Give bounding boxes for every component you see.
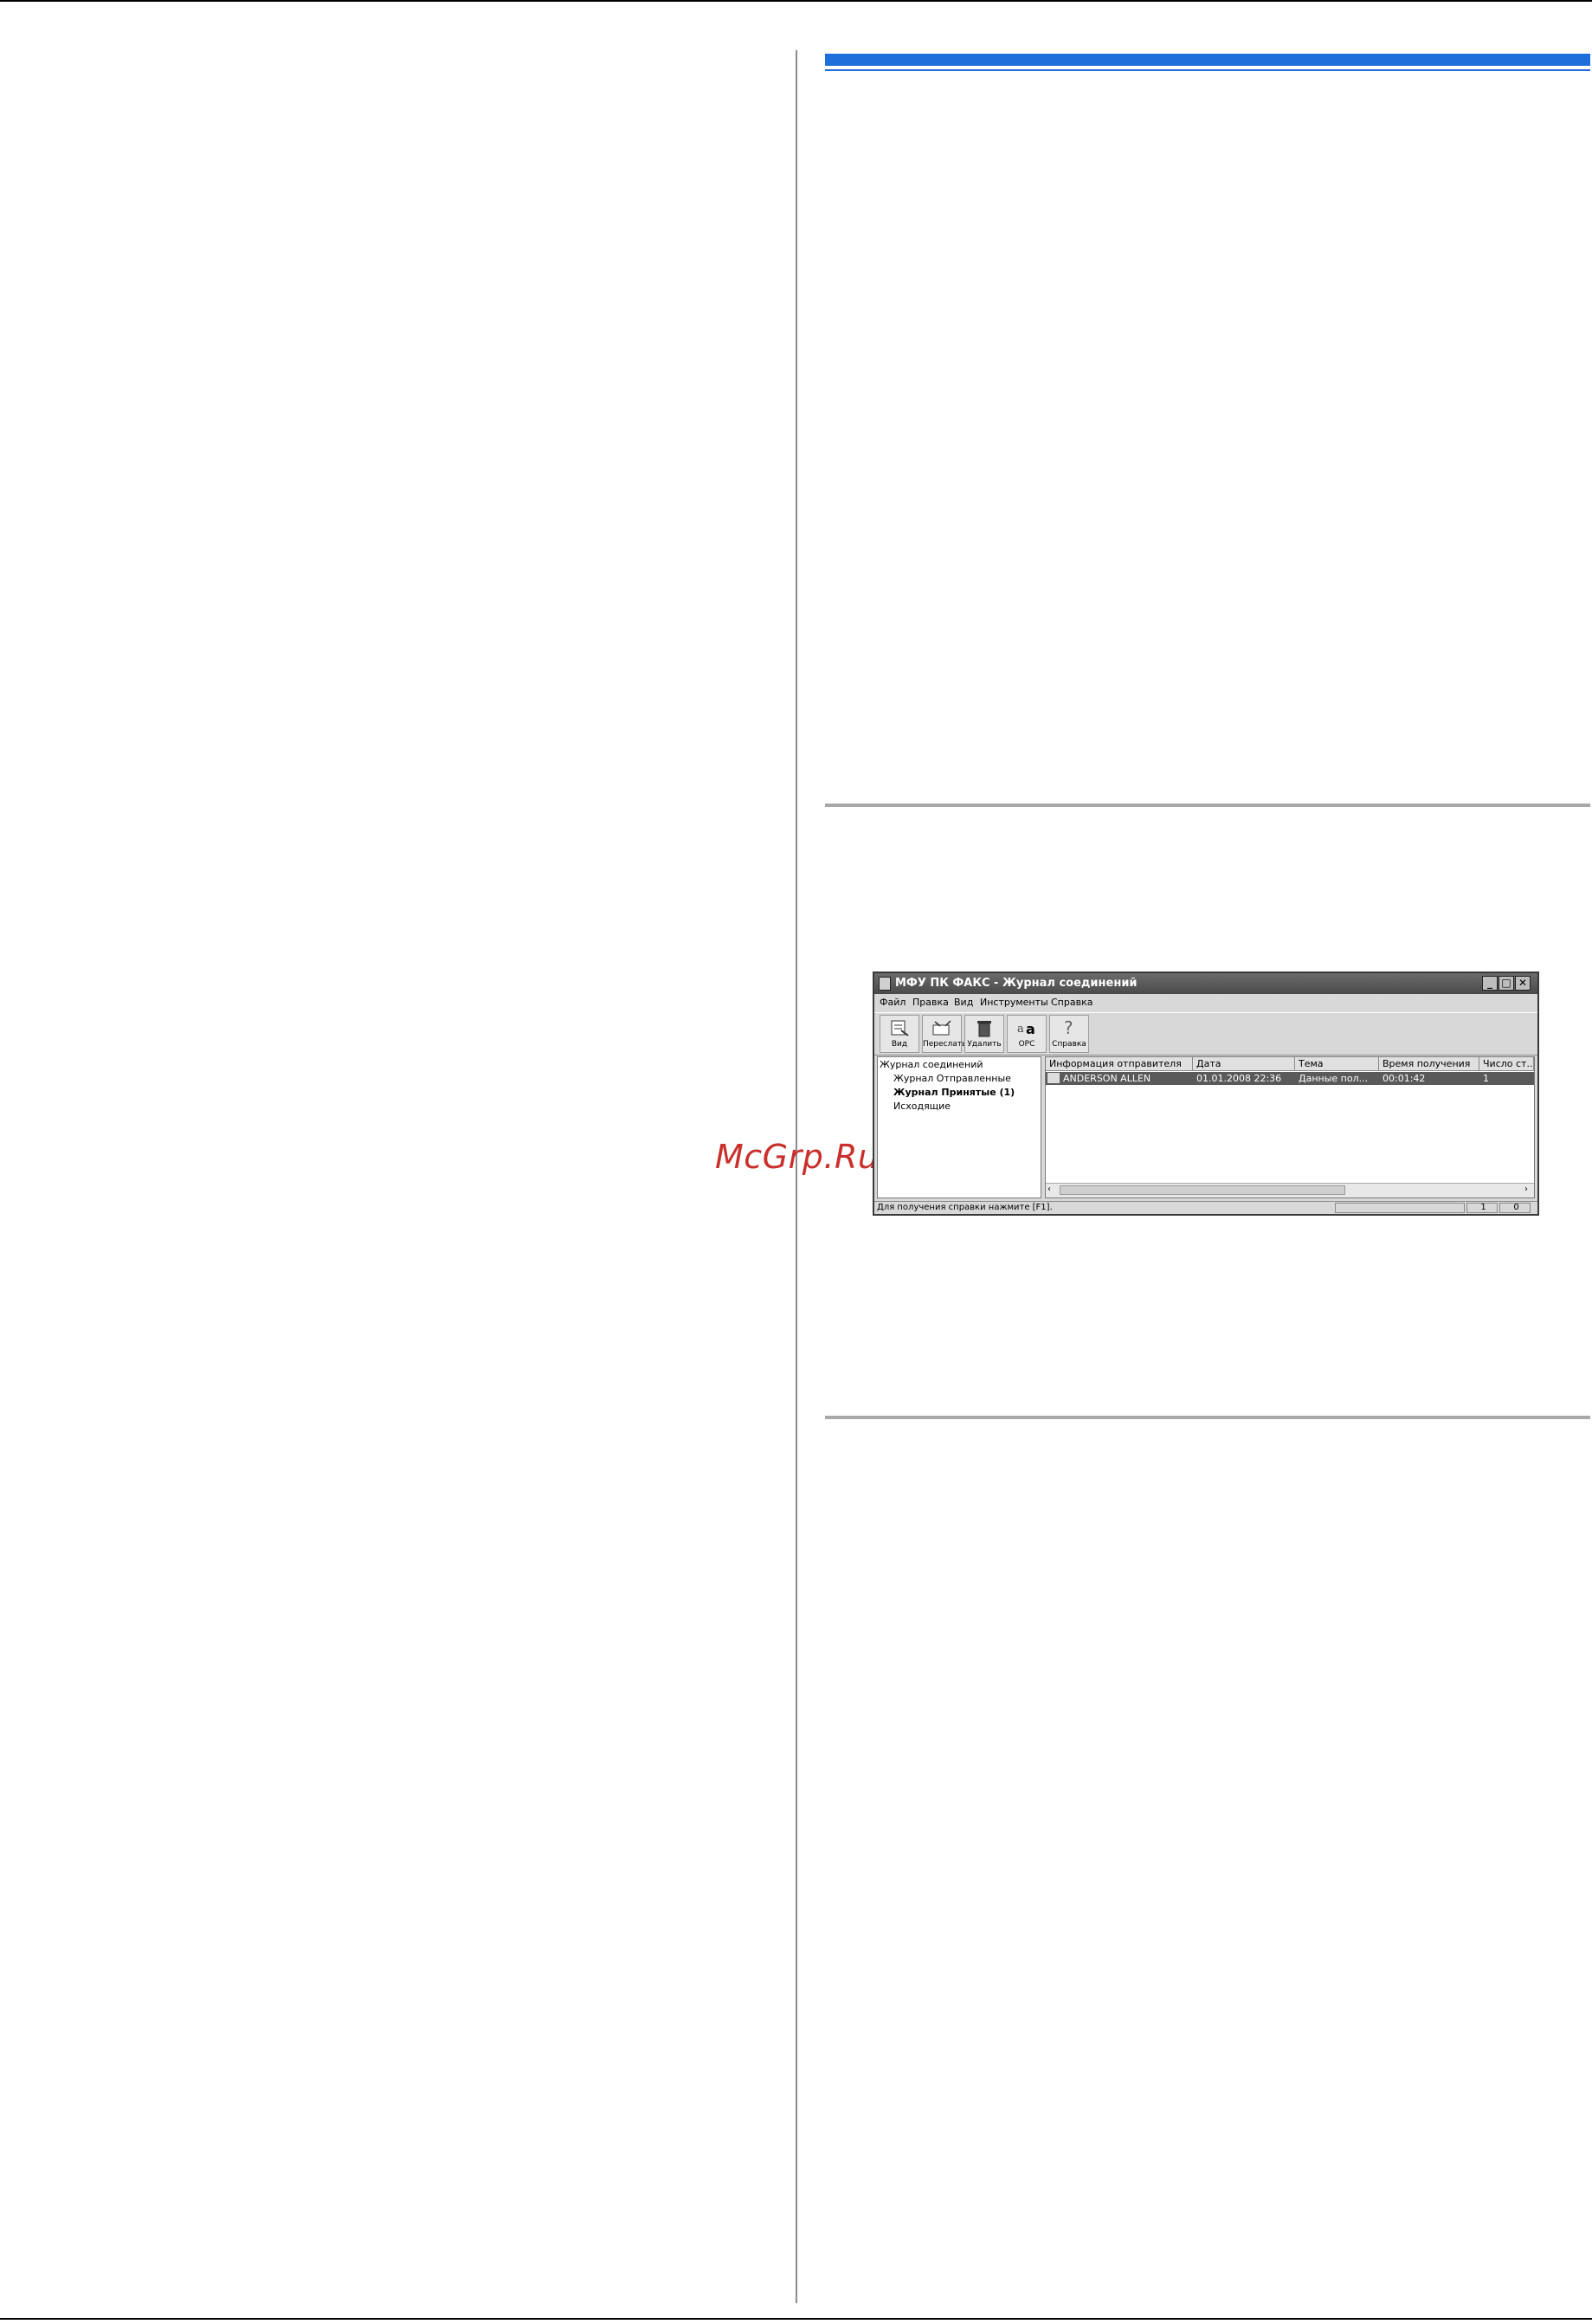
page-bottom-rule bbox=[0, 2318, 1592, 2320]
delete-button[interactable]: Удалить bbox=[964, 1015, 1004, 1053]
scroll-left-icon[interactable]: ‹ bbox=[1047, 1185, 1051, 1194]
view-icon bbox=[891, 1020, 909, 1036]
column-pages[interactable]: Число ст... bbox=[1479, 1057, 1534, 1071]
watermark: McGrp.Ru bbox=[715, 1138, 880, 1176]
menu-file[interactable]: Файл bbox=[880, 997, 906, 1008]
help-icon: ? bbox=[1064, 1018, 1073, 1037]
column-received-time[interactable]: Время получения bbox=[1379, 1057, 1479, 1071]
status-hint: Для получения справки нажмите [F1]. bbox=[877, 1203, 1053, 1212]
forward-icon bbox=[932, 1020, 951, 1036]
section-rule-1 bbox=[825, 804, 1590, 807]
status-count-2: 0 bbox=[1499, 1203, 1531, 1213]
help-button-label: Справка bbox=[1052, 1040, 1086, 1049]
menu-tools[interactable]: Инструменты bbox=[980, 997, 1048, 1008]
ocr-button[interactable]: a a OPC bbox=[1007, 1015, 1047, 1053]
cell-received-time: 00:01:42 bbox=[1383, 1073, 1426, 1084]
svg-text:a: a bbox=[1017, 1023, 1024, 1036]
fax-item-icon bbox=[1047, 1073, 1060, 1083]
app-window-screenshot: МФУ ПК ФАКС - Журнал соединений _ □ ✕ Фа… bbox=[873, 972, 1539, 1216]
window-title: МФУ ПК ФАКС - Журнал соединений bbox=[895, 977, 1138, 990]
menu-help[interactable]: Справка bbox=[1051, 997, 1092, 1008]
tree-item-outgoing[interactable]: Исходящие bbox=[893, 1101, 951, 1112]
tree-item-received-log[interactable]: Журнал Принятые (1) bbox=[893, 1087, 1015, 1098]
fax-app-icon bbox=[879, 977, 891, 991]
svg-text:a: a bbox=[1026, 1021, 1035, 1037]
menu-edit[interactable]: Правка bbox=[912, 997, 949, 1008]
toolbar: Вид Переслать Удалить a a OPC ? Справка bbox=[874, 1012, 1537, 1055]
minimize-icon[interactable]: _ bbox=[1482, 976, 1498, 991]
svg-text:?: ? bbox=[1064, 1018, 1073, 1037]
section-header-line bbox=[825, 69, 1590, 71]
scroll-right-icon[interactable]: › bbox=[1524, 1185, 1528, 1194]
column-divider bbox=[796, 50, 797, 2303]
view-button[interactable]: Вид bbox=[880, 1015, 919, 1053]
cell-pages: 1 bbox=[1483, 1073, 1489, 1084]
page-top-rule bbox=[0, 0, 1592, 2]
delete-icon bbox=[977, 1021, 991, 1037]
message-list: Информация отправителя Дата Тема Время п… bbox=[1045, 1056, 1535, 1198]
tree-root[interactable]: Журнал соединений bbox=[880, 1059, 983, 1070]
status-count-1: 1 bbox=[1466, 1203, 1498, 1213]
status-bar: Для получения справки нажмите [F1]. 1 0 bbox=[874, 1201, 1537, 1215]
section-header-bar bbox=[825, 54, 1590, 66]
section-rule-2 bbox=[825, 1416, 1590, 1419]
table-row[interactable]: ANDERSON ALLEN 01.01.2008 22:36 Данные п… bbox=[1046, 1072, 1534, 1085]
cell-sender: ANDERSON ALLEN bbox=[1063, 1073, 1151, 1084]
maximize-icon[interactable]: □ bbox=[1499, 976, 1514, 991]
forward-button[interactable]: Переслать bbox=[922, 1015, 967, 1053]
tree-item-sent-log[interactable]: Журнал Отправленные bbox=[893, 1073, 1011, 1084]
scrollbar-thumb[interactable] bbox=[1060, 1185, 1345, 1195]
column-date[interactable]: Дата bbox=[1193, 1057, 1295, 1071]
cell-date: 01.01.2008 22:36 bbox=[1196, 1073, 1282, 1084]
status-pane-empty bbox=[1335, 1203, 1465, 1213]
menu-view[interactable]: Вид bbox=[954, 997, 973, 1008]
forward-button-label: Переслать bbox=[923, 1040, 967, 1049]
folder-tree: Журнал соединений Журнал Отправленные Жу… bbox=[877, 1056, 1041, 1198]
menu-bar: Файл Правка Вид Инструменты Справка bbox=[874, 995, 1537, 1010]
delete-button-label: Удалить bbox=[967, 1040, 1002, 1049]
view-button-label: Вид bbox=[891, 1040, 908, 1049]
column-sender-info[interactable]: Информация отправителя bbox=[1046, 1057, 1193, 1071]
window-titlebar: МФУ ПК ФАКС - Журнал соединений _ □ ✕ bbox=[874, 973, 1537, 994]
cell-subject: Данные пол... bbox=[1299, 1073, 1369, 1084]
column-subject[interactable]: Тема bbox=[1295, 1057, 1379, 1071]
ocr-button-label: OPC bbox=[1018, 1040, 1035, 1049]
horizontal-scrollbar[interactable]: ‹ › bbox=[1046, 1183, 1534, 1198]
close-icon[interactable]: ✕ bbox=[1515, 976, 1531, 991]
help-button[interactable]: ? Справка bbox=[1049, 1015, 1089, 1053]
ocr-icon: a a bbox=[1017, 1021, 1035, 1037]
